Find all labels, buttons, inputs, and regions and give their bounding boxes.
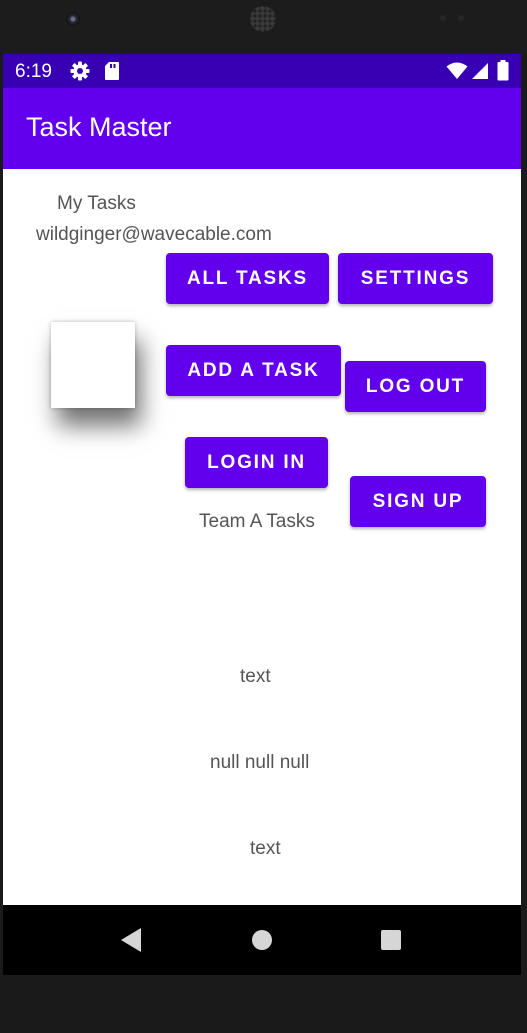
log-out-button[interactable]: Log Out	[345, 361, 486, 412]
status-time: 6:19	[15, 61, 52, 82]
home-icon[interactable]	[252, 930, 272, 950]
add-task-button[interactable]: Add a Task	[166, 345, 341, 396]
battery-icon	[497, 60, 509, 86]
back-icon[interactable]	[121, 928, 141, 952]
gear-icon	[70, 61, 90, 86]
task-image	[51, 322, 135, 408]
app-bar: Task Master	[3, 88, 521, 169]
device-top-bezel	[0, 0, 527, 54]
settings-button[interactable]: Settings	[338, 253, 493, 304]
task-text-label: text	[240, 666, 271, 687]
username-label: wildginger@wavecable.com	[36, 224, 272, 245]
sign-up-button[interactable]: Sign Up	[350, 476, 486, 527]
status-bar: 6:19	[3, 54, 521, 88]
login-in-button[interactable]: Login In	[185, 437, 328, 488]
sensor-icon	[440, 15, 446, 21]
task-null-label: null null null	[210, 752, 310, 773]
wifi-icon	[446, 62, 468, 85]
speaker-icon	[250, 6, 276, 32]
sd-card-icon	[104, 61, 120, 86]
sensor-icon	[458, 15, 464, 21]
team-tasks-label: Team A Tasks	[199, 511, 315, 532]
my-tasks-heading: My Tasks	[57, 193, 136, 214]
screen: 6:19 Task Master My Tasks wildginger@wav…	[3, 54, 521, 975]
camera-icon	[66, 12, 80, 26]
signal-icon	[471, 62, 489, 85]
task-text-label: text	[250, 838, 281, 859]
all-tasks-button[interactable]: All Tasks	[166, 253, 329, 304]
navigation-bar	[3, 905, 521, 975]
recents-icon[interactable]	[381, 930, 401, 950]
app-title: Task Master	[26, 112, 172, 142]
